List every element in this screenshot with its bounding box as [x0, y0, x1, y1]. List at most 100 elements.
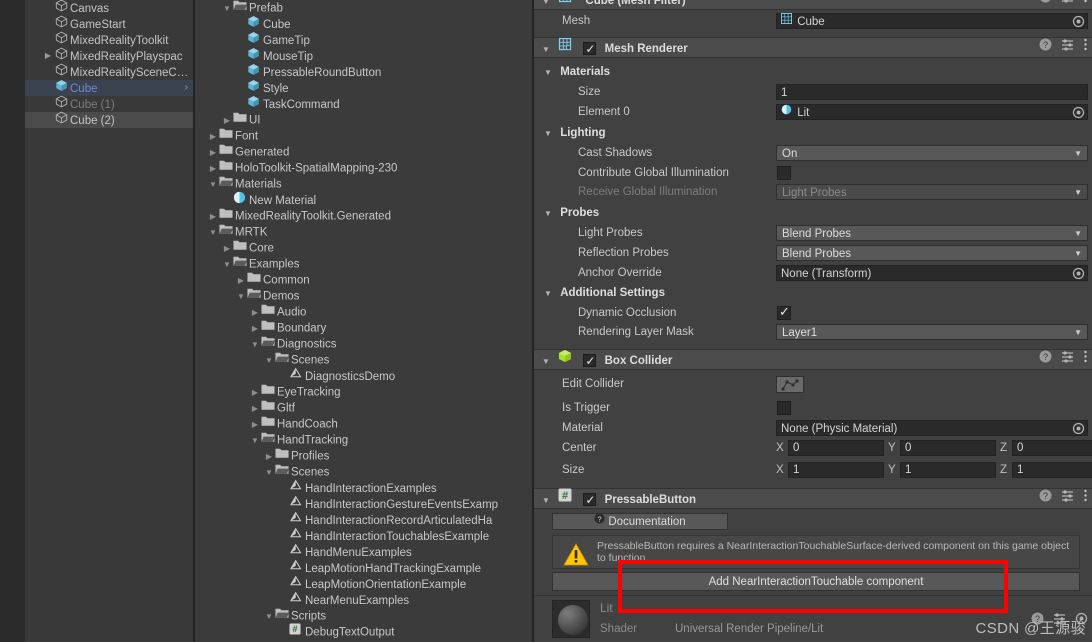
project-item-new-material[interactable]: New Material: [195, 191, 532, 208]
pressable-button-component-header[interactable]: ▼ # PressableButton ?: [534, 488, 1092, 511]
project-item-handcoach[interactable]: ▶ HandCoach: [195, 416, 532, 432]
project-item-core[interactable]: ▶ Core: [195, 240, 532, 256]
chevron-down-icon[interactable]: ▼: [542, 0, 555, 12]
help-icon[interactable]: ?: [1039, 38, 1052, 59]
rendering-layer-mask-dropdown[interactable]: Layer1 ▼: [776, 324, 1088, 340]
project-item-scenes[interactable]: ▼ Scenes: [195, 352, 532, 368]
project-item-leapmotionorientationexample[interactable]: LeapMotionOrientationExample: [195, 575, 532, 592]
project-item-handinteractionexamples[interactable]: HandInteractionExamples: [195, 479, 532, 496]
chevron-right-icon[interactable]: ▶: [207, 145, 219, 161]
size-y-input[interactable]: 1: [900, 462, 996, 478]
expand-arrow-icon[interactable]: ▶: [41, 48, 55, 64]
project-item-scenes[interactable]: ▼ Scenes: [195, 464, 532, 480]
project-item-demos[interactable]: ▼ Demos: [195, 288, 532, 304]
mesh-renderer-component-header[interactable]: ▼ Mesh Renderer ?: [534, 37, 1092, 60]
help-icon[interactable]: ?: [1039, 0, 1052, 11]
hierarchy-item-cube-2[interactable]: Cube (2): [25, 111, 193, 128]
hierarchy-panel[interactable]: Canvas GameStart MixedRealityToolkit ▶ Mixed…: [25, 0, 193, 642]
mesh-object-field[interactable]: Cube: [776, 13, 1088, 29]
preset-icon[interactable]: [1061, 0, 1074, 11]
documentation-button[interactable]: ? Documentation: [552, 513, 728, 530]
size-input[interactable]: 1: [776, 84, 1088, 100]
pressable-button-enabled-checkbox[interactable]: [583, 490, 597, 511]
chevron-down-icon[interactable]: ▼: [263, 465, 275, 481]
chevron-down-icon[interactable]: ▼: [249, 337, 261, 353]
project-item-holotoolkit-spatialmapping-230[interactable]: ▶ HoloToolkit-SpatialMapping-230: [195, 160, 532, 176]
add-near-interaction-touchable-button[interactable]: Add NearInteractionTouchable component: [552, 572, 1080, 591]
project-item-common[interactable]: ▶ Common: [195, 272, 532, 288]
lighting-section-header[interactable]: ▼ Lighting: [534, 123, 1092, 143]
chevron-right-icon[interactable]: ▶: [249, 321, 261, 337]
more-options-icon[interactable]: [1083, 489, 1088, 510]
project-item-taskcommand[interactable]: TaskCommand: [195, 96, 532, 112]
project-item-generated[interactable]: ▶ Generated: [195, 144, 532, 160]
cast-shadows-dropdown[interactable]: On ▼: [776, 145, 1088, 161]
project-item-mixedrealitytoolkit-generated[interactable]: ▶ MixedRealityToolkit.Generated: [195, 208, 532, 224]
project-item-handmenuexamples[interactable]: HandMenuExamples: [195, 543, 532, 560]
more-options-icon[interactable]: [1083, 38, 1088, 59]
edit-collider-button[interactable]: [776, 376, 804, 393]
project-item-diagnosticsdemo[interactable]: DiagnosticsDemo: [195, 367, 532, 384]
project-item-gametip[interactable]: GameTip: [195, 32, 532, 48]
hierarchy-item-cube[interactable]: Cube ›: [25, 80, 193, 96]
project-item-handinteractionrecordarticulatedha[interactable]: HandInteractionRecordArticulatedHa: [195, 511, 532, 528]
chevron-down-icon[interactable]: ▼: [263, 353, 275, 369]
mesh-filter-header-icons[interactable]: ?: [1039, 0, 1088, 11]
size-z-input[interactable]: 1: [1012, 462, 1092, 478]
chevron-down-icon[interactable]: ▼: [263, 609, 275, 625]
chevron-right-icon[interactable]: ▶: [207, 129, 219, 145]
chevron-down-icon[interactable]: ▼: [544, 63, 557, 83]
chevron-down-icon[interactable]: ▼: [207, 177, 219, 193]
chevron-right-icon[interactable]: ▶: [207, 209, 219, 225]
chevron-down-icon[interactable]: ▼: [542, 490, 555, 511]
center-z-input[interactable]: 0: [1012, 440, 1092, 456]
chevron-down-icon[interactable]: ▼: [544, 284, 557, 304]
materials-section-header[interactable]: ▼ Materials: [534, 62, 1092, 82]
hierarchy-item-mixedrealityscenec[interactable]: MixedRealitySceneC…: [25, 63, 193, 80]
project-item-audio[interactable]: ▶ Audio: [195, 304, 532, 320]
preset-icon[interactable]: [1061, 350, 1074, 371]
project-item-mrtk[interactable]: ▼ MRTK: [195, 224, 532, 240]
project-item-pressableroundbutton[interactable]: PressableRoundButton: [195, 64, 532, 80]
chevron-right-icon[interactable]: ▶: [221, 241, 233, 257]
project-item-profiles[interactable]: ▶ Profiles: [195, 448, 532, 464]
project-item-handinteractiontouchablesexample[interactable]: HandInteractionTouchablesExample: [195, 527, 532, 544]
more-options-icon[interactable]: [1083, 0, 1088, 11]
reflection-probes-dropdown[interactable]: Blend Probes ▼: [776, 245, 1088, 261]
hierarchy-item-mixedrealitytoolkit[interactable]: MixedRealityToolkit: [25, 31, 193, 48]
mesh-filter-component-header[interactable]: ▼ Cube (Mesh Filter) ?: [534, 0, 1092, 10]
chevron-down-icon[interactable]: ▼: [542, 351, 555, 372]
box-collider-component-header[interactable]: ▼ Box Collider ?: [534, 349, 1092, 372]
preset-icon[interactable]: [1061, 489, 1074, 510]
project-item-leapmotionhandtrackingexample[interactable]: LeapMotionHandTrackingExample: [195, 559, 532, 576]
chevron-down-icon[interactable]: ▼: [207, 225, 219, 241]
probes-section-header[interactable]: ▼ Probes: [534, 203, 1092, 223]
chevron-down-icon[interactable]: ▼: [542, 39, 555, 60]
more-options-icon[interactable]: [1083, 350, 1088, 371]
is-trigger-checkbox[interactable]: [777, 401, 791, 415]
prefab-open-chevron-icon[interactable]: ›: [185, 80, 188, 96]
chevron-right-icon[interactable]: ▶: [249, 417, 261, 433]
project-panel[interactable]: ▼ Prefab Cube GameTip MouseTip PressableRound…: [195, 0, 532, 642]
help-icon[interactable]: ?: [1039, 489, 1052, 510]
project-item-ui[interactable]: ▶ UI: [195, 112, 532, 128]
hierarchy-item-gamestart[interactable]: GameStart: [25, 15, 193, 32]
chevron-right-icon[interactable]: ▶: [249, 305, 261, 321]
project-item-handtracking[interactable]: ▼ HandTracking: [195, 432, 532, 448]
hierarchy-item-mixedrealityplayspac[interactable]: ▶ MixedRealityPlayspac: [25, 47, 193, 64]
inspector-panel[interactable]: ▼ Cube (Mesh Filter) ? Mesh: [534, 0, 1092, 642]
project-item-mousetip[interactable]: MouseTip: [195, 48, 532, 64]
physic-material-object-field[interactable]: None (Physic Material): [776, 420, 1088, 436]
project-item-font[interactable]: ▶ Font: [195, 128, 532, 144]
project-item-cube[interactable]: Cube: [195, 16, 532, 32]
project-item-gltf[interactable]: ▶ Gltf: [195, 400, 532, 416]
project-item-materials[interactable]: ▼ Materials: [195, 176, 532, 192]
project-item-boundary[interactable]: ▶ Boundary: [195, 320, 532, 336]
project-item-style[interactable]: Style: [195, 80, 532, 96]
project-item-nearmenuexamples[interactable]: NearMenuExamples: [195, 591, 532, 608]
size-x-input[interactable]: 1: [788, 462, 884, 478]
anchor-override-object-field[interactable]: None (Transform): [776, 265, 1088, 281]
contribute-gi-checkbox[interactable]: [777, 166, 791, 180]
hierarchy-item-cube-1[interactable]: Cube (1): [25, 95, 193, 112]
project-item-diagnostics[interactable]: ▼ Diagnostics: [195, 336, 532, 352]
